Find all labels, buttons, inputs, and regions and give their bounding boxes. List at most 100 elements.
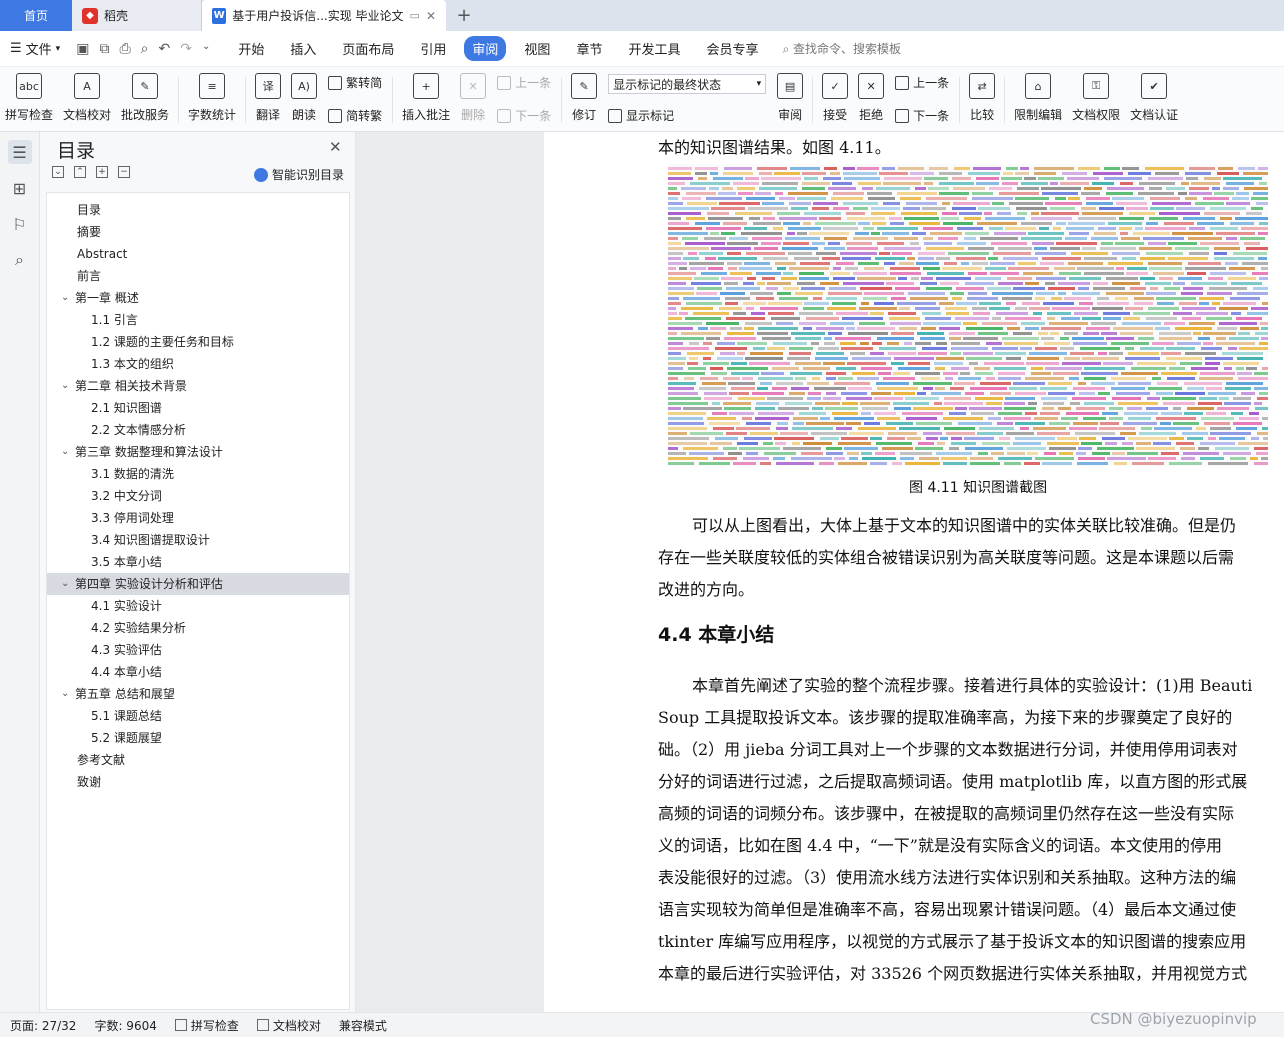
document-page[interactable]: 本的知识图谱结果。如图 4.11。 图 4.11 知识图谱截图 可以从上图看出，…	[544, 132, 1284, 1012]
menu-insert[interactable]: 插入	[282, 36, 324, 61]
menu-member[interactable]: 会员专享	[698, 36, 766, 61]
smart-toc-button[interactable]: 智能识别目录	[254, 166, 344, 183]
translate-button[interactable]: 译翻译	[255, 71, 282, 127]
toc-item[interactable]: ⌄ 第四章 实验设计分析和评估	[47, 573, 349, 595]
toc-item[interactable]: 4.1 实验设计	[47, 595, 349, 617]
page-indicator[interactable]: 页面: 27/32	[10, 1017, 76, 1034]
save-icon[interactable]: ▣	[76, 41, 89, 57]
reject-button[interactable]: ✕ 拒绝	[858, 71, 885, 127]
graph-text-fragment	[1042, 257, 1081, 260]
toc-item[interactable]: 4.2 实验结果分析	[47, 617, 349, 639]
toc-item[interactable]: 4.4 本章小结	[47, 661, 349, 683]
command-search[interactable]: ⌕ 查找命令、搜索模板	[782, 40, 901, 57]
toc-item[interactable]: 1.1 引言	[47, 309, 349, 331]
track-changes-button[interactable]: ✎ 修订	[571, 71, 598, 127]
tab-wps-docer[interactable]: ◆ 稻壳	[72, 0, 202, 31]
collapse-all-icon[interactable]: ⌃	[74, 166, 86, 178]
menu-home[interactable]: 开始	[230, 36, 272, 61]
chevron-down-icon[interactable]: ⌄	[61, 683, 69, 705]
more-chevron-icon[interactable]: ⌄	[202, 41, 210, 57]
word-count-indicator[interactable]: 字数: 9604	[94, 1017, 156, 1034]
menu-review[interactable]: 审阅	[464, 36, 507, 61]
prev-change-button[interactable]: 上一条	[895, 74, 949, 91]
chevron-down-icon[interactable]: ⌄	[61, 287, 69, 309]
toc-item[interactable]: 3.1 数据的清洗	[47, 463, 349, 485]
toc-item[interactable]: 参考文献	[47, 749, 349, 771]
toc-item[interactable]: 4.3 实验评估	[47, 639, 349, 661]
toc-item[interactable]: 5.1 课题总结	[47, 705, 349, 727]
toc-item[interactable]: ⌄ 第二章 相关技术背景	[47, 375, 349, 397]
review-pane-button[interactable]: ▤ 审阅	[777, 71, 804, 127]
redo-icon[interactable]: ↷	[180, 41, 192, 57]
tab-home[interactable]: 首页	[0, 0, 72, 31]
menu-section[interactable]: 章节	[568, 36, 610, 61]
menu-developer[interactable]: 开发工具	[620, 36, 688, 61]
file-menu-label: 文件	[25, 43, 52, 58]
annotate-service-button[interactable]: ✎ 批改服务	[121, 71, 169, 127]
monitor-icon[interactable]: ▭	[410, 9, 420, 22]
toc-item[interactable]: Abstract	[47, 243, 349, 265]
chevron-down-icon[interactable]: ⌄	[61, 441, 69, 463]
delete-comment-button[interactable]: ✕ 删除	[460, 71, 487, 127]
toc-item[interactable]: 2.2 文本情感分析	[47, 419, 349, 441]
menu-page-layout[interactable]: 页面布局	[334, 36, 402, 61]
restrict-editing-button[interactable]: ⌂ 限制编辑	[1014, 71, 1062, 127]
prev-comment-button[interactable]: 上一条	[497, 74, 551, 91]
toc-item[interactable]: 2.1 知识图谱	[47, 397, 349, 419]
compare-button[interactable]: ⇄ 比较	[969, 71, 996, 127]
toc-item[interactable]: ⌄ 第一章 概述	[47, 287, 349, 309]
toc-item[interactable]: 3.3 停用词处理	[47, 507, 349, 529]
toc-item[interactable]: 3.5 本章小结	[47, 551, 349, 573]
toc-item[interactable]: 3.2 中文分词	[47, 485, 349, 507]
proofread-button[interactable]: A 文档校对	[63, 71, 111, 127]
toc-item[interactable]: 3.4 知识图谱提取设计	[47, 529, 349, 551]
next-change-button[interactable]: 下一条	[895, 107, 949, 124]
close-tab-icon[interactable]: ✕	[426, 9, 436, 23]
bookmark-icon[interactable]: ⚐	[8, 212, 32, 236]
new-tab-button[interactable]: +	[446, 0, 482, 31]
graph-text-fragment	[862, 187, 873, 190]
print-icon[interactable]: ⎙	[119, 41, 130, 57]
toc-item[interactable]: 摘要	[47, 221, 349, 243]
menu-references[interactable]: 引用	[412, 36, 454, 61]
doc-auth-button[interactable]: ✔ 文档认证	[1130, 71, 1178, 127]
menu-view[interactable]: 视图	[516, 36, 558, 61]
toc-item[interactable]: 1.3 本文的组织	[47, 353, 349, 375]
graph-text-fragment	[828, 242, 840, 245]
status-proofread[interactable]: 文档校对	[256, 1017, 321, 1034]
insert-comment-button[interactable]: + 插入批注	[402, 71, 450, 127]
toc-item[interactable]: ⌄ 第三章 数据整理和算法设计	[47, 441, 349, 463]
remove-heading-icon[interactable]: −	[118, 166, 130, 178]
simp-to-trad-button[interactable]: 简转繁	[328, 107, 382, 124]
file-menu[interactable]: ☰ 文件 ▾	[10, 39, 60, 58]
chevron-down-icon[interactable]: ⌄	[61, 573, 69, 595]
undo-icon[interactable]: ↶	[158, 41, 170, 57]
tab-document[interactable]: W 基于用户投诉信...实现 毕业论文 ▭ ✕	[202, 0, 446, 31]
toc-item[interactable]: 5.2 课题展望	[47, 727, 349, 749]
toc-panel-icon[interactable]: ☰	[7, 140, 32, 164]
expand-all-icon[interactable]: ⌄	[52, 166, 64, 178]
show-markup-button[interactable]: 显示标记	[608, 107, 766, 124]
spellcheck-button[interactable]: abc 拼写检查	[5, 71, 53, 127]
toc-item[interactable]: 致谢	[47, 771, 349, 793]
trad-to-simp-button[interactable]: 繁转简	[328, 74, 382, 91]
markup-state-select[interactable]: 显示标记的最终状态 ▾	[608, 74, 767, 94]
doc-permission-button[interactable]: ⚿ 文档权限	[1072, 71, 1120, 127]
toc-item[interactable]: 目录	[47, 199, 349, 221]
export-icon[interactable]: ⧉	[99, 41, 109, 57]
graph-text-fragment	[1099, 207, 1124, 210]
read-aloud-button[interactable]: A) 朗读	[291, 71, 318, 127]
accept-button[interactable]: ✓ 接受	[822, 71, 849, 127]
add-heading-icon[interactable]: +	[96, 166, 108, 178]
close-icon[interactable]: ✕	[329, 138, 342, 156]
toc-item[interactable]: ⌄ 第五章 总结和展望	[47, 683, 349, 705]
print-preview-icon[interactable]: ⌕	[141, 41, 149, 57]
navigation-icon[interactable]: ⊞	[8, 176, 32, 200]
toc-item[interactable]: 1.2 课题的主要任务和目标	[47, 331, 349, 353]
chevron-down-icon[interactable]: ⌄	[61, 375, 69, 397]
search-icon[interactable]: ⌕	[8, 248, 32, 272]
status-spellcheck[interactable]: 拼写检查	[174, 1017, 239, 1034]
toc-item[interactable]: 前言	[47, 265, 349, 287]
next-comment-button[interactable]: 下一条	[497, 107, 551, 124]
word-count-button[interactable]: ≡ 字数统计	[188, 71, 236, 127]
